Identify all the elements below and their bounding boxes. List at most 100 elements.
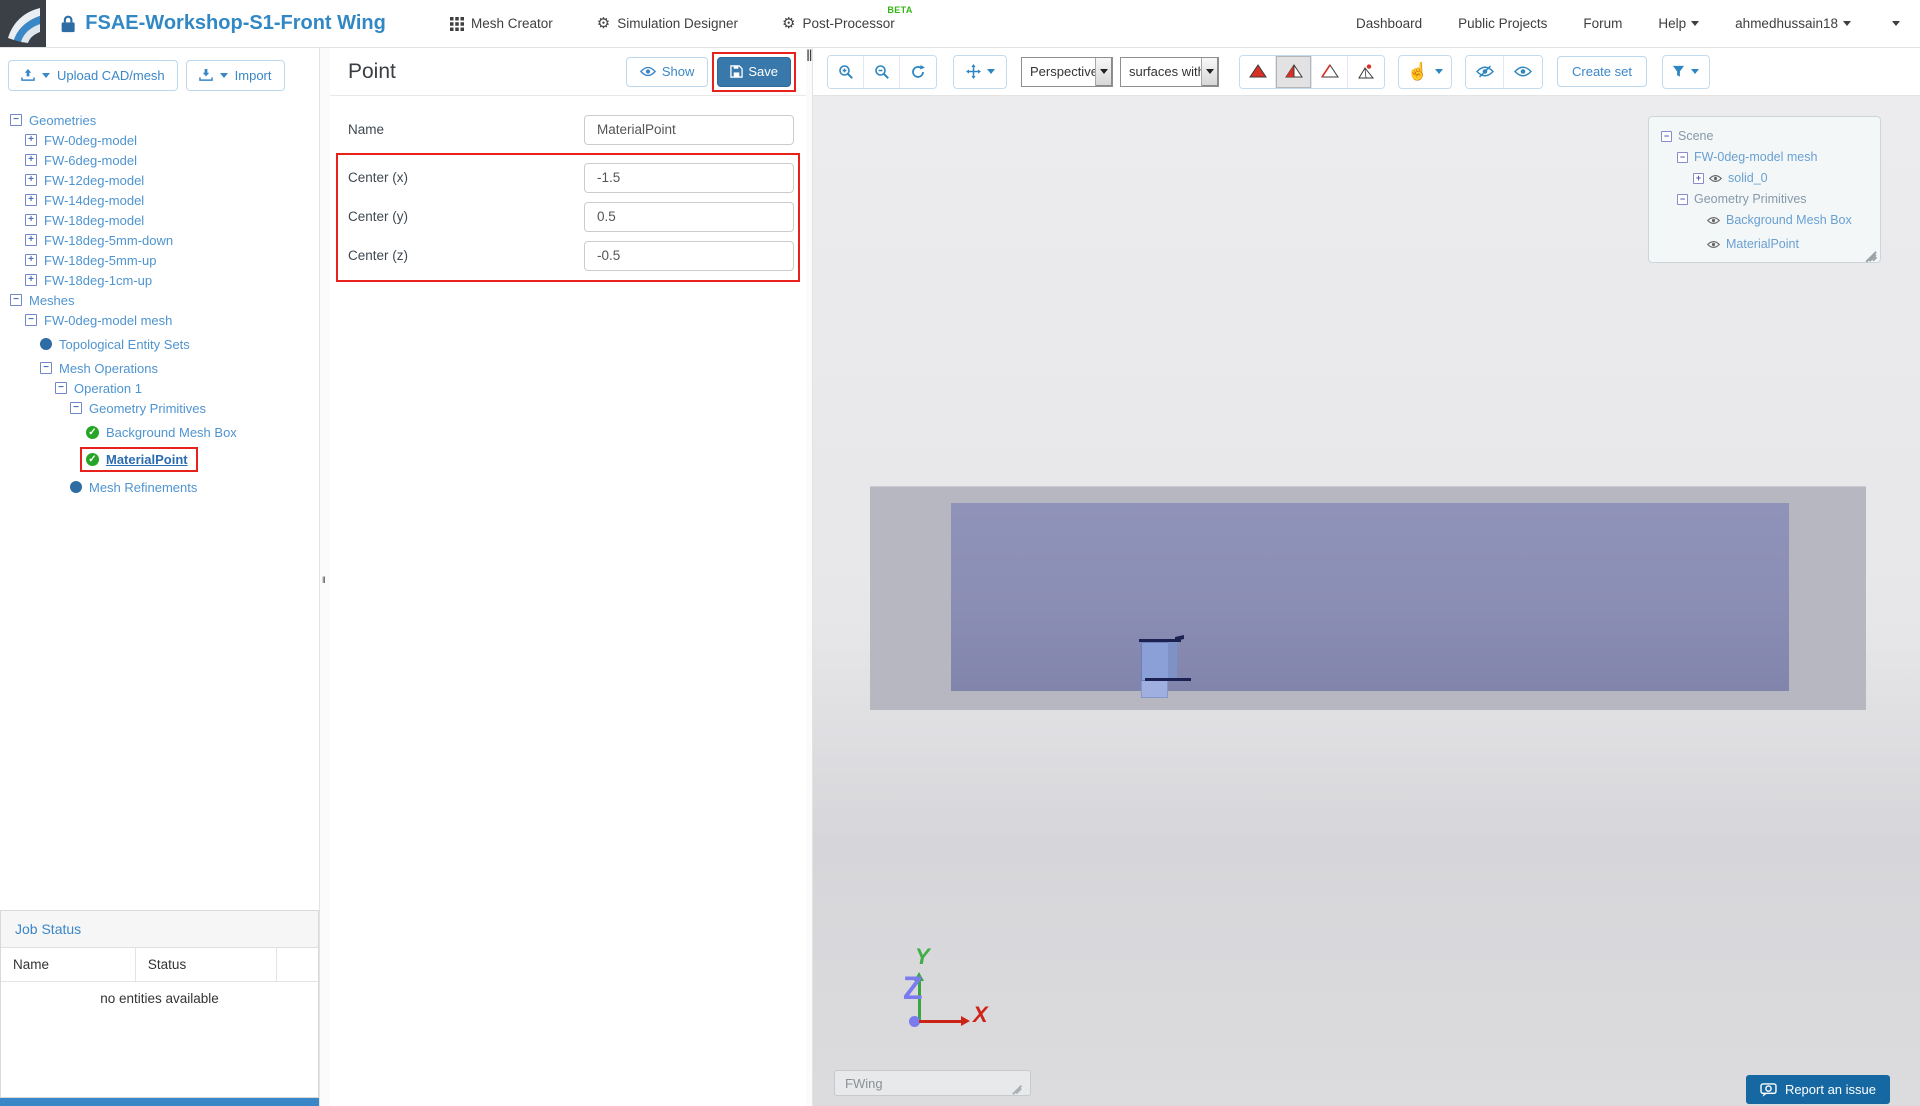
collapse-icon[interactable]: − xyxy=(10,114,22,126)
tree-geometry-item[interactable]: + FW-18deg-5mm-down xyxy=(0,231,319,249)
filter-dropdown[interactable] xyxy=(1662,55,1710,89)
tree-geometry-item[interactable]: + FW-18deg-model xyxy=(0,211,319,229)
nav-dashboard[interactable]: Dashboard xyxy=(1356,16,1422,31)
background-mesh-box-face[interactable] xyxy=(951,503,1789,691)
center-z-input[interactable] xyxy=(584,241,794,271)
tree-material-point[interactable]: ✓ MaterialPoint xyxy=(0,447,319,472)
center-y-label: Center (y) xyxy=(342,209,584,224)
scene-solid-node[interactable]: + solid_0 xyxy=(1661,171,1872,185)
tree-background-mesh-box[interactable]: ✓ Background Mesh Box xyxy=(0,423,319,441)
center-y-input[interactable] xyxy=(584,202,794,232)
tree-topological-entity-sets[interactable]: Topological Entity Sets xyxy=(0,335,319,353)
center-x-input[interactable] xyxy=(584,163,794,193)
panel-splitter[interactable]: ‖ xyxy=(806,48,812,1106)
splitter-grip-icon: ‖ xyxy=(322,575,327,585)
hide-selection-button[interactable] xyxy=(1466,56,1504,88)
expand-icon[interactable]: + xyxy=(25,194,37,206)
tree-geometry-item[interactable]: + FW-18deg-1cm-up xyxy=(0,271,319,289)
zoom-out-button[interactable] xyxy=(864,56,900,88)
top-navbar: FSAE-Workshop-S1-Front Wing A... Mesh Cr… xyxy=(0,0,1920,48)
collapse-icon[interactable]: − xyxy=(70,402,82,414)
collapse-icon[interactable]: − xyxy=(25,314,37,326)
expand-icon[interactable]: + xyxy=(25,174,37,186)
tree-geometry-primitives[interactable]: − Geometry Primitives xyxy=(0,399,319,417)
show-selection-button[interactable] xyxy=(1504,56,1542,88)
nav-forum[interactable]: Forum xyxy=(1583,16,1622,31)
save-button[interactable]: Save xyxy=(717,57,791,87)
reset-view-button[interactable] xyxy=(900,56,936,88)
nav-user-menu[interactable]: ahmedhussain18 xyxy=(1735,16,1851,31)
collapse-icon[interactable]: − xyxy=(1677,152,1688,163)
nav-help-menu[interactable]: Help xyxy=(1658,16,1699,31)
job-status-column: Status xyxy=(135,948,276,982)
tree-geometry-item[interactable]: + FW-12deg-model xyxy=(0,171,319,189)
eye-icon[interactable] xyxy=(1709,174,1722,183)
scene-material-point-node[interactable]: MaterialPoint xyxy=(1661,237,1872,251)
nav-overflow-menu[interactable] xyxy=(1887,21,1900,26)
nav-post-processor[interactable]: ⚙ Post-Processor BETA xyxy=(782,16,895,31)
job-status-title: Job Status xyxy=(1,911,318,948)
chevron-down-icon xyxy=(220,73,228,78)
import-button[interactable]: Import xyxy=(186,60,285,91)
mesh-quality-solid-button[interactable] xyxy=(1240,56,1276,88)
mesh-quality-half-button[interactable] xyxy=(1276,56,1312,88)
projection-select[interactable]: Perspective xyxy=(1021,57,1113,87)
collapse-icon[interactable]: − xyxy=(40,362,52,374)
eye-icon[interactable] xyxy=(1707,216,1720,225)
pick-tool-dropdown[interactable]: ☝ xyxy=(1398,55,1452,89)
expand-icon[interactable]: + xyxy=(25,154,37,166)
tree-geometry-item[interactable]: + FW-6deg-model xyxy=(0,151,319,169)
scene-mesh-node[interactable]: − FW-0deg-model mesh xyxy=(1661,150,1872,164)
collapse-icon[interactable]: − xyxy=(1677,194,1688,205)
select-arrow-button[interactable] xyxy=(1201,58,1218,86)
chevron-down-icon xyxy=(1892,21,1900,26)
input-resize-handle[interactable] xyxy=(1011,1084,1025,1094)
tree-meshes[interactable]: − Meshes xyxy=(0,291,319,309)
upload-cad-mesh-button[interactable]: Upload CAD/mesh xyxy=(8,60,178,91)
expand-icon[interactable]: + xyxy=(25,274,37,286)
create-set-button[interactable]: Create set xyxy=(1557,56,1647,87)
render-mode-select[interactable]: surfaces with w xyxy=(1120,57,1219,87)
expand-icon[interactable]: + xyxy=(25,134,37,146)
mesh-quality-wire-button[interactable] xyxy=(1312,56,1348,88)
center-x-label: Center (x) xyxy=(342,170,584,185)
project-title[interactable]: FSAE-Workshop-S1-Front Wing A... xyxy=(85,12,390,35)
scene-background-mesh-box-node[interactable]: Background Mesh Box xyxy=(1661,213,1872,227)
overlay-resize-handle[interactable] xyxy=(1865,247,1877,259)
panel-splitter[interactable]: ‖ xyxy=(320,48,330,1106)
chevron-down-icon xyxy=(1691,21,1699,26)
show-button[interactable]: Show xyxy=(626,57,709,87)
mesh-quality-point-button[interactable] xyxy=(1348,56,1384,88)
viewport-3d-canvas[interactable]: − Scene − FW-0deg-model mesh + solid_0 xyxy=(813,96,1920,1106)
tree-geometry-item[interactable]: + FW-18deg-5mm-up xyxy=(0,251,319,269)
tree-geometry-item[interactable]: + FW-0deg-model xyxy=(0,131,319,149)
eye-icon[interactable] xyxy=(1707,240,1720,249)
nav-mesh-creator[interactable]: Mesh Creator xyxy=(450,16,553,31)
zoom-in-button[interactable] xyxy=(828,56,864,88)
nav-public-projects[interactable]: Public Projects xyxy=(1458,16,1547,31)
select-arrow-button[interactable] xyxy=(1095,58,1112,86)
tree-mesh-operations[interactable]: − Mesh Operations xyxy=(0,359,319,377)
collapse-icon[interactable]: − xyxy=(55,382,67,394)
expand-icon[interactable]: + xyxy=(25,214,37,226)
nav-post-processor-label: Post-Processor xyxy=(803,16,895,31)
tree-geometries[interactable]: − Geometries xyxy=(0,111,319,129)
expand-icon[interactable]: + xyxy=(25,254,37,266)
nav-simulation-designer[interactable]: ⚙ Simulation Designer xyxy=(597,16,738,31)
viewport-annotation-input[interactable] xyxy=(834,1070,1031,1096)
expand-icon[interactable]: + xyxy=(1693,173,1704,184)
scene-geometry-primitives-node[interactable]: − Geometry Primitives xyxy=(1661,192,1872,206)
front-wing-geometry[interactable] xyxy=(1135,636,1199,700)
tree-mesh-item[interactable]: − FW-0deg-model mesh xyxy=(0,311,319,329)
tree-operation-1[interactable]: − Operation 1 xyxy=(0,379,319,397)
move-tool-dropdown[interactable] xyxy=(953,55,1007,89)
report-issue-button[interactable]: Report an issue xyxy=(1746,1075,1890,1104)
scene-node[interactable]: − Scene xyxy=(1661,129,1872,143)
app-logo[interactable] xyxy=(0,0,46,47)
collapse-icon[interactable]: − xyxy=(10,294,22,306)
name-input[interactable] xyxy=(584,115,794,145)
collapse-icon[interactable]: − xyxy=(1661,131,1672,142)
tree-geometry-item[interactable]: + FW-14deg-model xyxy=(0,191,319,209)
tree-mesh-refinements[interactable]: Mesh Refinements xyxy=(0,478,319,496)
expand-icon[interactable]: + xyxy=(25,234,37,246)
